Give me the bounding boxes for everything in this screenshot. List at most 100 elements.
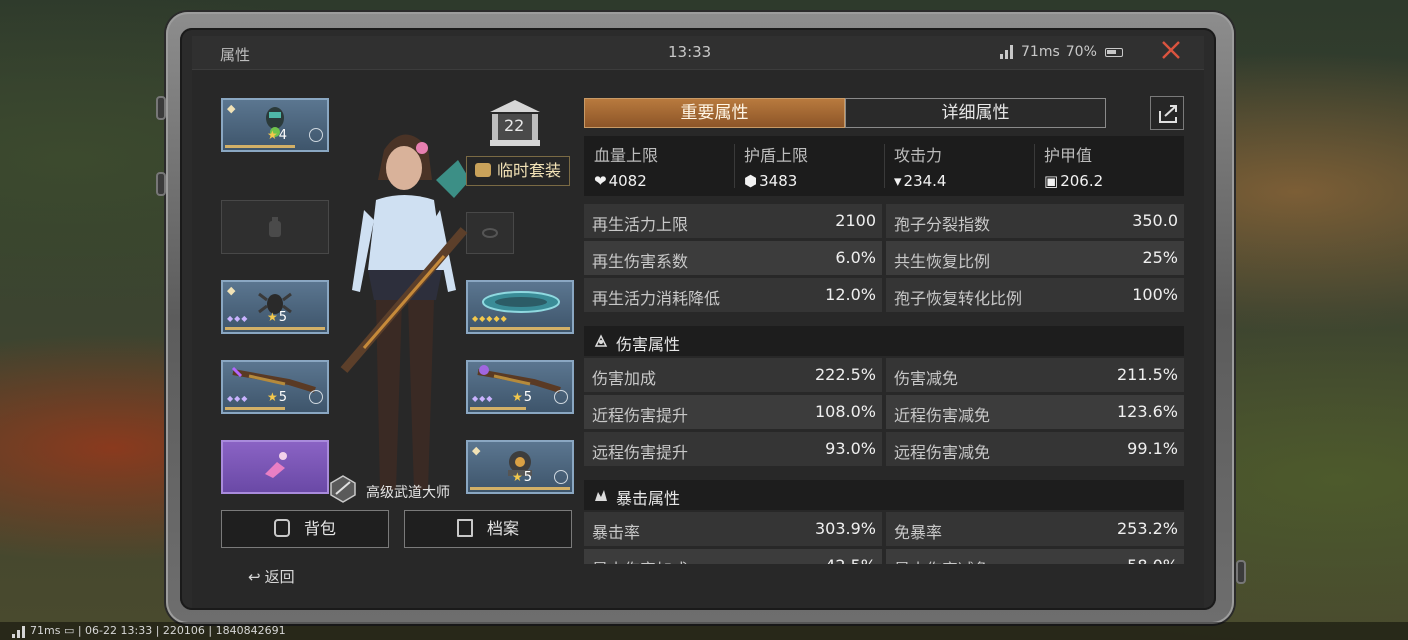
star-icon: ★ — [267, 390, 278, 404]
back-label: 返回 — [264, 568, 295, 586]
stat-cell: 再生活力上限 2100 — [584, 204, 882, 238]
frame-hinge — [1236, 560, 1246, 584]
slot-level: ★4 — [267, 128, 288, 143]
stat-cell: 伤害加成 222.5% — [584, 358, 882, 392]
stat-label: 血量上限 — [594, 146, 659, 165]
upgrade-dots: ◆◆◆ — [227, 394, 249, 403]
section-title: 暴击属性 — [616, 489, 681, 508]
attribute-tabs: 重要属性 详细属性 — [584, 98, 1106, 128]
archive-button[interactable]: 档案 — [404, 510, 572, 548]
stat-cell: 孢子恢复转化比例 100% — [886, 278, 1184, 312]
equip-slot-empty[interactable] — [221, 200, 329, 254]
debug-footer: 71ms ▭ | 06-22 13:33 | 220106 | 18408426… — [0, 622, 1408, 640]
durability-bar — [470, 487, 570, 490]
stat-row: 再生活力消耗降低 12.0% 孢子恢复转化比例 100% — [584, 278, 1184, 312]
stat-value: ▾ 234.4 — [894, 172, 947, 190]
slot-level: ★5 — [267, 310, 288, 325]
stat-value: ▣ 206.2 — [1044, 172, 1104, 190]
stat-row: 远程伤害提升 93.0% 远程伤害减免 99.1% — [584, 432, 1184, 466]
stat-cell: 孢子分裂指数 350.0 — [886, 204, 1184, 238]
frame-hinge — [156, 172, 166, 196]
swap-icon[interactable] — [309, 128, 323, 142]
stat-label: 攻击力 — [894, 146, 943, 165]
backpack-button[interactable]: 背包 — [221, 510, 389, 548]
section-title: 伤害属性 — [616, 335, 681, 354]
stat-cell: 暴击伤害加成42.5% — [584, 549, 882, 564]
stat-row: 再生活力上限 2100 孢子分裂指数 350.0 — [584, 204, 1184, 238]
stat-label: 护甲值 — [1044, 146, 1093, 165]
stat-cell: 近程伤害提升 108.0% — [584, 395, 882, 429]
document-icon — [456, 519, 473, 537]
rarity-diamond-icon: ◆ — [227, 102, 236, 115]
stat-cell: 暴击伤害减免58.0% — [886, 549, 1184, 564]
durability-bar — [225, 407, 285, 410]
stat-cell: 共生恢复比例 25% — [886, 241, 1184, 275]
stat-cell: 再生伤害系数 6.0% — [584, 241, 882, 275]
stat-cell: 伤害减免 211.5% — [886, 358, 1184, 392]
damage-icon — [594, 334, 608, 347]
equip-slot-chest[interactable]: ◆ ◆◆◆ ★5 — [221, 280, 329, 334]
stat-cell: 远程伤害减免 99.1% — [886, 432, 1184, 466]
stat-cell: 远程伤害提升 93.0% — [584, 432, 882, 466]
back-arrow-icon: ↩ — [248, 568, 261, 586]
upgrade-dots: ◆◆◆ — [227, 314, 249, 323]
suit-tag[interactable]: 临时套装 — [466, 156, 570, 186]
share-icon — [1159, 105, 1177, 123]
close-icon — [1162, 41, 1180, 59]
durability-bar — [470, 327, 570, 330]
stat-row: 暴击率 303.9% 免暴率 253.2% — [584, 512, 1184, 546]
equip-slot-head[interactable]: ◆ ★4 — [221, 98, 329, 152]
equip-slot-consumable[interactable] — [221, 440, 329, 494]
character-level: 22 — [504, 116, 525, 135]
gun-icon: ▾ — [894, 172, 902, 190]
backpack-placeholder-icon — [269, 217, 281, 237]
pink-grenade-icon — [265, 452, 287, 478]
section-damage-header: 伤害属性 — [584, 326, 1184, 356]
stat-list[interactable]: 再生活力上限 2100 孢子分裂指数 350.0 再生伤害系数 6.0% 共生恢复比例… — [584, 204, 1184, 564]
frame-hinge — [156, 96, 166, 120]
share-button[interactable] — [1150, 96, 1184, 130]
backpack-icon — [273, 519, 290, 537]
stat-max-shield: 护盾上限 ⬢ 3483 — [734, 136, 884, 196]
suit-label: 临时套装 — [497, 161, 562, 180]
stat-row: 伤害加成 222.5% 伤害减免 211.5% — [584, 358, 1184, 392]
swap-icon[interactable] — [554, 390, 568, 404]
slot-level: ★5 — [267, 390, 288, 405]
window-title: 属性 — [220, 46, 251, 64]
stat-cell: 免暴率 253.2% — [886, 512, 1184, 546]
shield-icon: ⬢ — [744, 172, 758, 190]
section-crit-header: 暴击属性 — [584, 480, 1184, 510]
stat-row: 暴击伤害加成42.5% 暴击伤害减免58.0% — [584, 549, 1184, 564]
star-icon: ★ — [267, 128, 278, 142]
stat-label: 护盾上限 — [744, 146, 809, 165]
stat-value: ⬢ 3483 — [744, 172, 798, 190]
equip-slot-weapon-left[interactable]: ◆◆◆ ★5 — [221, 360, 329, 414]
heart-icon: ❤ — [594, 172, 607, 190]
crit-icon — [595, 490, 607, 501]
level-badge: 22 — [486, 98, 544, 148]
stat-cell: 近程伤害减免 123.6% — [886, 395, 1184, 429]
battery-icon — [1104, 47, 1123, 57]
stat-cell: 暴击率 303.9% — [584, 512, 882, 546]
stat-armor: 护甲值 ▣ 206.2 — [1034, 136, 1184, 196]
battery-value: 70% — [1065, 44, 1097, 60]
stat-value: ❤ 4082 — [594, 172, 647, 190]
rank-emblem-icon — [330, 475, 356, 503]
durability-bar — [225, 327, 325, 330]
tab-detailed-attributes[interactable]: 详细属性 — [845, 98, 1106, 128]
swap-icon[interactable] — [554, 470, 568, 484]
close-button[interactable] — [1156, 38, 1186, 68]
slot-level: ★5 — [512, 390, 533, 405]
suit-icon — [475, 163, 491, 177]
stat-cell: 再生活力消耗降低 12.0% — [584, 278, 882, 312]
star-icon: ★ — [512, 390, 523, 404]
star-icon: ★ — [512, 470, 523, 484]
archive-label: 档案 — [486, 519, 519, 538]
tab-important-attributes[interactable]: 重要属性 — [584, 98, 845, 128]
swap-icon[interactable] — [309, 390, 323, 404]
clock: 13:33 — [668, 43, 712, 61]
title-bar: 属性 13:33 71ms 70% — [192, 36, 1204, 70]
back-button[interactable]: ↩ 返回 — [248, 566, 295, 587]
network-status: 71ms 70% — [1000, 44, 1123, 60]
stat-row: 近程伤害提升 108.0% 近程伤害减免 123.6% — [584, 395, 1184, 429]
